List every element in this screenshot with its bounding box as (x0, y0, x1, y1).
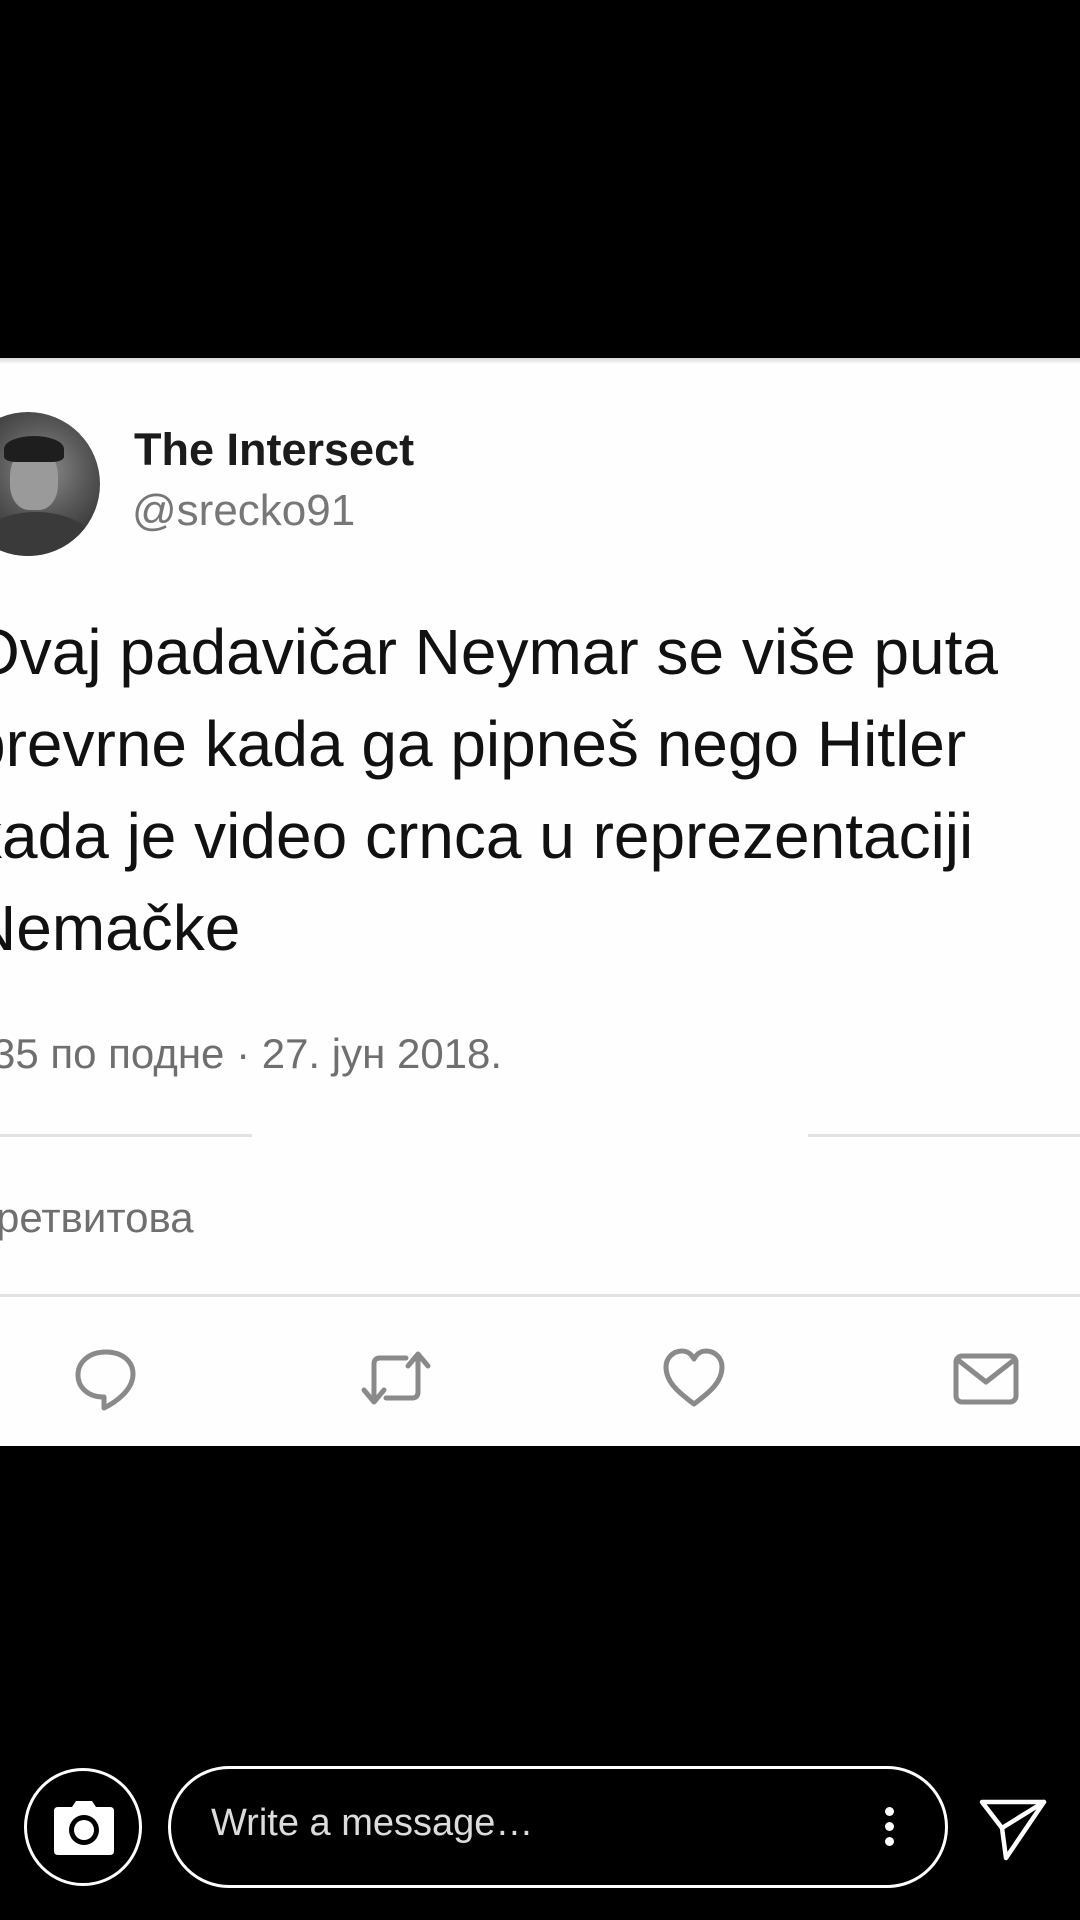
story-screen: The Intersect @srecko91 Ovaj padavičar N… (0, 0, 1080, 1920)
tweet-handle: @srecko91 (132, 486, 356, 535)
camera-icon (54, 1801, 114, 1855)
tweet-screenshot: The Intersect @srecko91 Ovaj padavičar N… (0, 358, 1080, 1446)
more-vertical-icon[interactable] (883, 1807, 895, 1851)
like-icon (658, 1342, 730, 1414)
send-icon (979, 1799, 1047, 1861)
retweet-count-label: ретвитова (0, 1194, 194, 1241)
tweet-text-line: kada je video crnca u reprezentaciji (0, 800, 974, 872)
divider (0, 1294, 1080, 1297)
tweet-text-line: Nemačke (0, 892, 241, 964)
message-input[interactable]: Write a message… (168, 1766, 948, 1888)
avatar (0, 412, 100, 556)
retweet-icon (360, 1342, 432, 1414)
divider (808, 1134, 1080, 1137)
tweet-timestamp: 35 по подне · 27. јун 2018. (0, 1030, 503, 1077)
tweet-display-name: The Intersect (134, 424, 415, 475)
message-placeholder: Write a message… (211, 1802, 534, 1844)
tweet-text-line: prevrne kada ga pipneš nego Hitler (0, 708, 967, 780)
reply-icon (70, 1342, 142, 1414)
tweet-text-line: Ovaj padavičar Neymar se više puta (0, 616, 998, 688)
direct-message-icon (950, 1342, 1022, 1414)
send-button[interactable] (978, 1796, 1048, 1862)
camera-button[interactable] (24, 1768, 142, 1886)
tweet-text: Ovaj padavičar Neymar se više puta prevr… (0, 606, 1080, 974)
divider (0, 1134, 252, 1137)
